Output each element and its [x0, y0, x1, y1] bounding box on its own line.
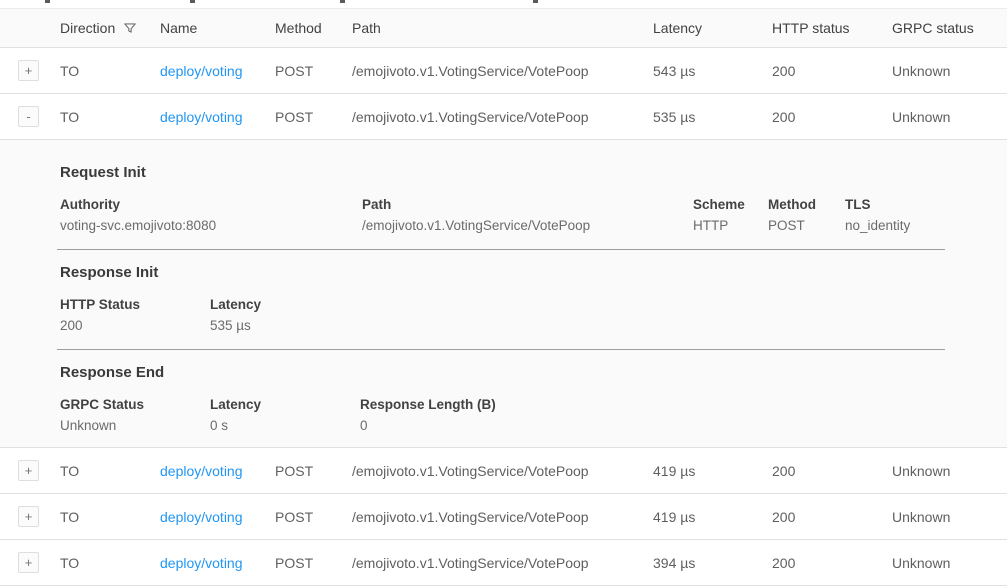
latency-cell: 419 µs	[653, 463, 772, 479]
response-end-title: Response End	[60, 364, 1007, 381]
column-header-direction: Direction	[60, 20, 160, 36]
path-cell: /emojivoto.v1.VotingService/VotePoop	[352, 463, 653, 479]
name-link[interactable]: deploy/voting	[160, 555, 243, 571]
latency-label: Latency	[210, 397, 360, 412]
method-cell: POST	[275, 109, 352, 125]
grpc-status-field: GRPC Status Unknown	[60, 397, 210, 433]
expand-row-button[interactable]: +	[18, 552, 39, 573]
scheme-field: Scheme HTTP	[693, 197, 768, 233]
path-value: /emojivoto.v1.VotingService/VotePoop	[362, 218, 693, 233]
grpc-status-cell: Unknown	[892, 463, 1007, 479]
direction-cell: TO	[60, 509, 160, 525]
method-cell: POST	[275, 63, 352, 79]
table-row: + TO deploy/voting POST /emojivoto.v1.Vo…	[0, 540, 1007, 586]
name-link[interactable]: deploy/voting	[160, 463, 243, 479]
grpc-status-value: Unknown	[60, 418, 210, 433]
response-end-fields: GRPC Status Unknown Latency 0 s Response…	[60, 397, 1007, 433]
name-link[interactable]: deploy/voting	[160, 109, 243, 125]
authority-value: voting-svc.emojivoto:8080	[60, 218, 362, 233]
direction-header-label: Direction	[60, 20, 115, 36]
latency-value: 535 µs	[210, 318, 1007, 333]
path-cell: /emojivoto.v1.VotingService/VotePoop	[352, 109, 653, 125]
latency-cell: 394 µs	[653, 555, 772, 571]
filter-icon[interactable]	[123, 21, 137, 35]
scheme-value: HTTP	[693, 218, 768, 233]
table-header-row: Direction Name Method Path Latency HTTP …	[0, 8, 1007, 48]
response-init-fields: HTTP Status 200 Latency 535 µs	[60, 297, 1007, 333]
section-divider	[57, 349, 945, 350]
path-label: Path	[362, 197, 693, 212]
http-status-cell: 200	[772, 509, 892, 525]
name-link[interactable]: deploy/voting	[160, 509, 243, 525]
path-cell: /emojivoto.v1.VotingService/VotePoop	[352, 509, 653, 525]
table-row: + TO deploy/voting POST /emojivoto.v1.Vo…	[0, 448, 1007, 494]
http-status-cell: 200	[772, 555, 892, 571]
latency-label: Latency	[210, 297, 1007, 312]
grpc-status-cell: Unknown	[892, 555, 1007, 571]
latency-value: 0 s	[210, 418, 360, 433]
clipped-text-remnant	[0, 0, 1007, 8]
direction-cell: TO	[60, 463, 160, 479]
http-status-value: 200	[60, 318, 210, 333]
latency-cell: 419 µs	[653, 509, 772, 525]
column-header-http-status: HTTP status	[772, 20, 892, 36]
row-detail-panel: Request Init Authority voting-svc.emojiv…	[0, 140, 1007, 448]
method-cell: POST	[275, 463, 352, 479]
latency-cell: 543 µs	[653, 63, 772, 79]
column-header-name: Name	[160, 20, 275, 36]
response-init-title: Response Init	[60, 264, 1007, 281]
grpc-status-label: GRPC Status	[60, 397, 210, 412]
http-status-label: HTTP Status	[60, 297, 210, 312]
method-cell: POST	[275, 555, 352, 571]
name-link[interactable]: deploy/voting	[160, 63, 243, 79]
section-divider	[57, 249, 945, 250]
response-length-value: 0	[360, 418, 1007, 433]
grpc-status-cell: Unknown	[892, 63, 1007, 79]
path-cell: /emojivoto.v1.VotingService/VotePoop	[352, 63, 653, 79]
column-header-latency: Latency	[653, 20, 772, 36]
response-length-label: Response Length (B)	[360, 397, 1007, 412]
request-init-fields: Authority voting-svc.emojivoto:8080 Path…	[60, 197, 1007, 233]
column-header-path: Path	[352, 20, 653, 36]
response-length-field: Response Length (B) 0	[360, 397, 1007, 433]
latency-field: Latency 535 µs	[210, 297, 1007, 333]
latency-field: Latency 0 s	[210, 397, 360, 433]
http-status-cell: 200	[772, 463, 892, 479]
column-header-method: Method	[275, 20, 352, 36]
http-status-cell: 200	[772, 109, 892, 125]
request-init-title: Request Init	[60, 164, 1007, 181]
http-status-field: HTTP Status 200	[60, 297, 210, 333]
tap-table: Direction Name Method Path Latency HTTP …	[0, 8, 1007, 586]
collapse-row-button[interactable]: -	[18, 106, 39, 127]
grpc-status-cell: Unknown	[892, 509, 1007, 525]
direction-cell: TO	[60, 555, 160, 571]
table-row: + TO deploy/voting POST /emojivoto.v1.Vo…	[0, 48, 1007, 94]
method-cell: POST	[275, 509, 352, 525]
table-row-expanded: - TO deploy/voting POST /emojivoto.v1.Vo…	[0, 94, 1007, 140]
method-field: Method POST	[768, 197, 845, 233]
tls-label: TLS	[845, 197, 1007, 212]
scheme-label: Scheme	[693, 197, 768, 212]
direction-cell: TO	[60, 63, 160, 79]
expand-row-button[interactable]: +	[18, 460, 39, 481]
tls-value: no_identity	[845, 218, 1007, 233]
expand-row-button[interactable]: +	[18, 506, 39, 527]
http-status-cell: 200	[772, 63, 892, 79]
tls-field: TLS no_identity	[845, 197, 1007, 233]
column-header-grpc-status: GRPC status	[892, 20, 1007, 36]
expand-row-button[interactable]: +	[18, 60, 39, 81]
grpc-status-cell: Unknown	[892, 109, 1007, 125]
authority-label: Authority	[60, 197, 362, 212]
method-label: Method	[768, 197, 845, 212]
direction-cell: TO	[60, 109, 160, 125]
path-field: Path /emojivoto.v1.VotingService/VotePoo…	[362, 197, 693, 233]
authority-field: Authority voting-svc.emojivoto:8080	[60, 197, 362, 233]
method-value: POST	[768, 218, 845, 233]
path-cell: /emojivoto.v1.VotingService/VotePoop	[352, 555, 653, 571]
table-row: + TO deploy/voting POST /emojivoto.v1.Vo…	[0, 494, 1007, 540]
latency-cell: 535 µs	[653, 109, 772, 125]
